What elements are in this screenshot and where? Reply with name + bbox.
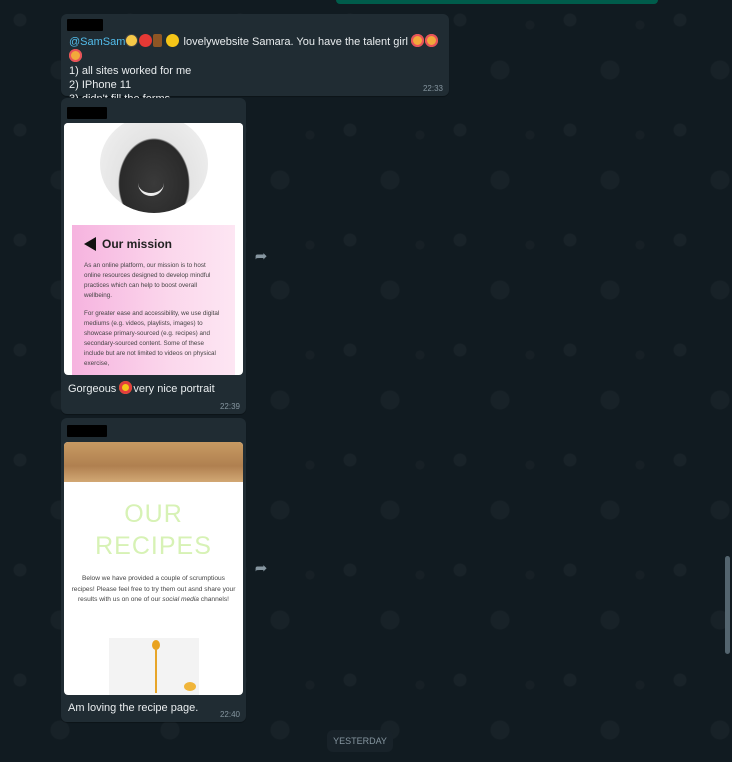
honey-blob xyxy=(184,682,196,691)
sender-name-redacted xyxy=(67,19,103,31)
drink-cup-emoji-icon xyxy=(153,34,163,47)
image-caption: Am loving the recipe page. xyxy=(68,702,199,714)
sender-name-redacted xyxy=(67,425,107,437)
portrait-image[interactable]: Our mission As an online platform, our m… xyxy=(64,123,243,375)
forward-icon[interactable]: ➦ xyxy=(251,247,271,267)
message-line-main: lovelywebsite Samara. You have the talen… xyxy=(180,36,411,48)
recipes-description: Below we have provided a couple of scrum… xyxy=(71,575,236,603)
honey-stream xyxy=(155,648,157,693)
star-struck-emoji-icon xyxy=(119,381,133,394)
smiling-face-emoji-icon xyxy=(166,34,180,47)
message-line-2: 2) IPhone 11 xyxy=(69,79,132,91)
image-caption: Gorgeous very nice portrait xyxy=(68,381,215,395)
message-timestamp: 22:39 xyxy=(219,402,240,411)
mention-link[interactable]: @SamSam xyxy=(69,36,125,48)
wood-banner xyxy=(64,442,243,482)
message-bubble-image[interactable]: OUR RECIPES Below we have provided a cou… xyxy=(61,418,246,722)
smiling-hearts-emoji-icon xyxy=(425,34,438,47)
recipes-image[interactable]: OUR RECIPES Below we have provided a cou… xyxy=(64,442,243,695)
message-bubble-image[interactable]: Our mission As an online platform, our m… xyxy=(61,98,246,414)
message-timestamp: 22:40 xyxy=(219,710,240,719)
mission-paragraph-1: As an online platform, our mission is to… xyxy=(84,262,211,299)
face-photo xyxy=(100,123,208,213)
mission-section: Our mission As an online platform, our m… xyxy=(72,225,235,375)
smiling-hearts-emoji-icon xyxy=(69,49,82,62)
mission-heading: Our mission xyxy=(84,237,223,251)
sender-name-redacted xyxy=(67,107,107,119)
message-text: @SamSam lovelywebsite Samara. You have t… xyxy=(69,34,449,106)
message-bubble-text[interactable]: @SamSam lovelywebsite Samara. You have t… xyxy=(61,14,449,105)
chat-scrollbar[interactable] xyxy=(725,556,730,654)
forward-icon[interactable]: ➦ xyxy=(251,559,271,579)
nerd-face-emoji-icon xyxy=(125,34,139,47)
mission-paragraph-2: For greater ease and accessibility, we u… xyxy=(84,310,220,367)
message-line-1: 1) all sites worked for me xyxy=(69,65,192,77)
date-divider: YESTERDAY xyxy=(327,730,393,752)
megaphone-icon xyxy=(84,237,96,251)
smiling-hearts-emoji-icon xyxy=(411,34,424,47)
recipes-title: OUR RECIPES xyxy=(95,500,212,560)
outgoing-message-bubble-partial[interactable] xyxy=(336,0,658,4)
tomato-emoji-icon xyxy=(139,34,153,47)
portrait-photo xyxy=(64,123,243,219)
message-timestamp: 22:33 xyxy=(422,84,443,93)
